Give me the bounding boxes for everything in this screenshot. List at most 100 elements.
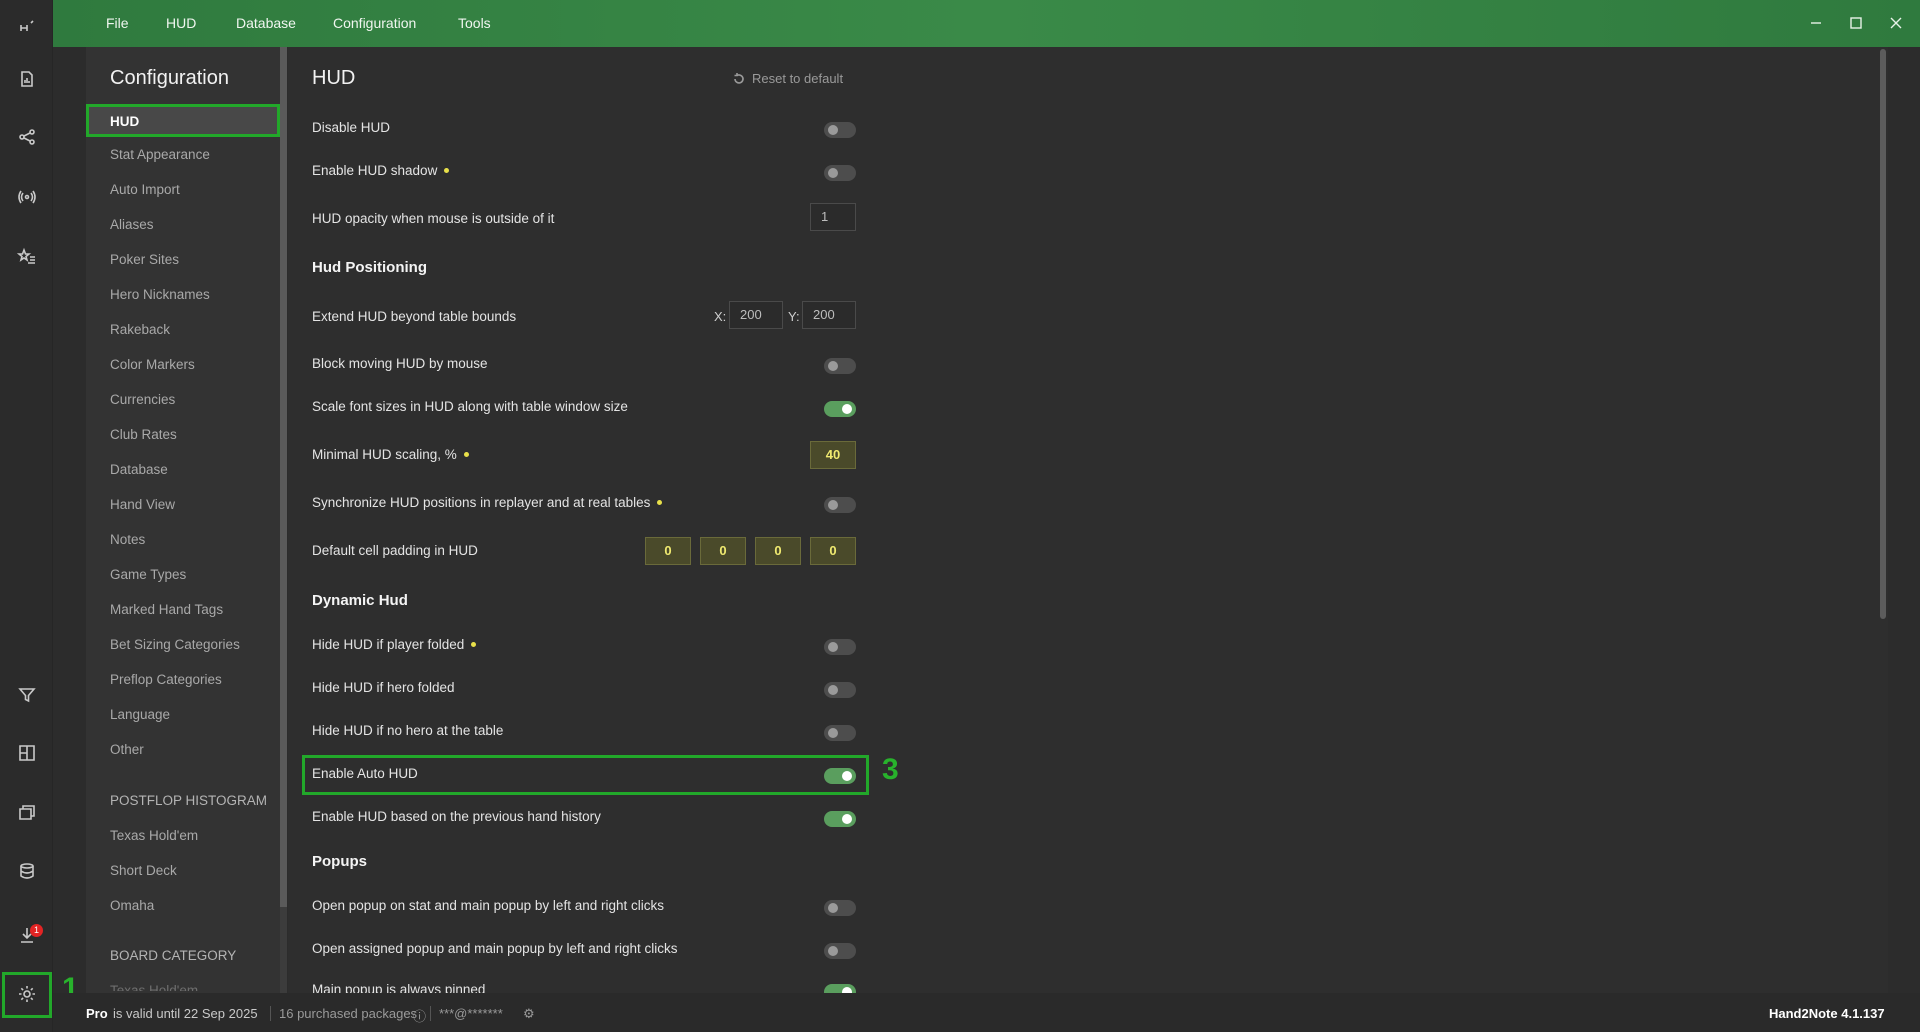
nav-section-board: BOARD CATEGORY	[110, 948, 237, 963]
nav-item[interactable]: Preflop Categories	[110, 672, 222, 687]
enable-shadow-text: Enable HUD shadow	[312, 163, 438, 178]
share-icon[interactable]	[10, 120, 44, 154]
download-badge: 1	[30, 924, 43, 937]
nav-item[interactable]: Club Rates	[110, 427, 177, 442]
hide-hero-folded-label: Hide HUD if hero folded	[312, 680, 455, 695]
sync-positions-label: Synchronize HUD positions in replayer an…	[312, 495, 663, 510]
extend-label: Extend HUD beyond table bounds	[312, 309, 517, 324]
menu-configuration[interactable]: Configuration	[333, 15, 416, 31]
callout-3: 3	[882, 753, 899, 786]
disable-hud-toggle[interactable]	[824, 122, 856, 138]
nav-scroll-thumb[interactable]	[280, 47, 287, 907]
nav-item[interactable]: Aliases	[110, 217, 154, 232]
reset-button[interactable]: Reset to default	[732, 71, 843, 86]
logo-icon[interactable]	[10, 10, 44, 44]
hide-hero-folded-toggle[interactable]	[824, 682, 856, 698]
layout-icon[interactable]	[10, 736, 44, 770]
nav-item[interactable]: Hand View	[110, 497, 175, 512]
scale-font-label: Scale font sizes in HUD along with table…	[312, 399, 628, 414]
account-settings-icon[interactable]: ⚙	[523, 1006, 535, 1022]
section-dynamic-hud: Dynamic Hud	[312, 592, 408, 609]
sync-positions-toggle[interactable]	[824, 497, 856, 513]
download-icon[interactable]: 1	[10, 918, 44, 952]
nav-item-hud[interactable]: HUD	[86, 104, 280, 137]
main-popup-pinned-label: Main popup is always pinned	[312, 982, 486, 993]
cell-padding-input-2[interactable]: 0	[700, 537, 746, 565]
extend-x-input[interactable]: 200	[729, 301, 783, 329]
nav-item[interactable]: Notes	[110, 532, 145, 547]
nav-item[interactable]: Other	[110, 742, 144, 757]
enable-auto-hud-toggle[interactable]	[824, 768, 856, 784]
nav-title: Configuration	[110, 67, 229, 89]
open-popup-stat-toggle[interactable]	[824, 900, 856, 916]
content-scrollbar[interactable]	[1878, 47, 1888, 993]
close-icon[interactable]	[1885, 12, 1907, 34]
report-icon[interactable]	[10, 62, 44, 96]
block-moving-toggle[interactable]	[824, 358, 856, 374]
menu-tools[interactable]: Tools	[458, 15, 491, 31]
minimal-scaling-text: Minimal HUD scaling, %	[312, 447, 457, 462]
nav-item[interactable]: Omaha	[110, 898, 154, 913]
enable-prev-history-label: Enable HUD based on the previous hand hi…	[312, 809, 601, 824]
nav-item[interactable]: Game Types	[110, 567, 186, 582]
scale-font-toggle[interactable]	[824, 401, 856, 417]
nav-item[interactable]: Auto Import	[110, 182, 180, 197]
open-popup-stat-label: Open popup on stat and main popup by lef…	[312, 898, 664, 913]
nav-item[interactable]: Rakeback	[110, 322, 170, 337]
nav-item[interactable]: Color Markers	[110, 357, 195, 372]
database-icon[interactable]	[10, 854, 44, 888]
extend-x-label: X:	[714, 309, 727, 324]
enable-auto-hud-label: Enable Auto HUD	[312, 766, 418, 781]
nav-item[interactable]: Currencies	[110, 392, 175, 407]
nav-item[interactable]: Texas Hold'em	[110, 983, 198, 991]
cell-padding-input-3[interactable]: 0	[755, 537, 801, 565]
content-scroll-thumb[interactable]	[1880, 49, 1886, 619]
main-popup-pinned-toggle[interactable]	[824, 984, 856, 993]
extend-y-input[interactable]: 200	[802, 301, 856, 329]
hide-player-folded-toggle[interactable]	[824, 639, 856, 655]
nav-item[interactable]: Bet Sizing Categories	[110, 637, 240, 652]
cell-padding-input-1[interactable]: 0	[645, 537, 691, 565]
minimal-scaling-input[interactable]: 40	[810, 441, 856, 469]
icon-rail: 1	[0, 0, 53, 1032]
hide-player-folded-label: Hide HUD if player folded	[312, 637, 477, 652]
menu-database[interactable]: Database	[236, 15, 296, 31]
app-version: Hand2Note 4.1.137	[1769, 1006, 1885, 1021]
sync-positions-text: Synchronize HUD positions in replayer an…	[312, 495, 651, 510]
nav-item[interactable]: Texas Hold'em	[110, 828, 198, 843]
config-nav: Configuration HUD Stat Appearance Auto I…	[86, 47, 280, 993]
menu-hud[interactable]: HUD	[166, 15, 196, 31]
nav-item[interactable]: Poker Sites	[110, 252, 179, 267]
hide-no-hero-toggle[interactable]	[824, 725, 856, 741]
block-moving-label: Block moving HUD by mouse	[312, 356, 488, 371]
account-email: ***@*******	[430, 1006, 503, 1021]
nav-section-postflop: POSTFLOP HISTOGRAM	[110, 793, 268, 808]
star-list-icon[interactable]	[10, 240, 44, 274]
cell-padding-label: Default cell padding in HUD	[312, 543, 478, 558]
nav-item[interactable]: Short Deck	[110, 863, 177, 878]
nav-item[interactable]: Marked Hand Tags	[110, 602, 223, 617]
info-icon[interactable]: ⓘ	[413, 1006, 426, 1025]
filter-icon[interactable]	[10, 678, 44, 712]
nav-item[interactable]: Database	[110, 462, 168, 477]
nav-item[interactable]: Language	[110, 707, 170, 722]
nav-item[interactable]: Hero Nicknames	[110, 287, 210, 302]
nav-scrollbar[interactable]	[280, 47, 287, 993]
open-assigned-popup-toggle[interactable]	[824, 943, 856, 959]
packages-count[interactable]: 16 purchased packages	[270, 1006, 417, 1021]
maximize-icon[interactable]	[1845, 12, 1867, 34]
nav-item[interactable]: Stat Appearance	[110, 147, 210, 162]
cell-padding-input-4[interactable]: 0	[810, 537, 856, 565]
menu-file[interactable]: File	[106, 15, 129, 31]
page-title: HUD	[312, 67, 356, 89]
hide-no-hero-label: Hide HUD if no hero at the table	[312, 723, 504, 738]
cards-icon[interactable]	[10, 796, 44, 830]
enable-shadow-toggle[interactable]	[824, 165, 856, 181]
opacity-input[interactable]: 1	[810, 203, 856, 231]
broadcast-icon[interactable]	[10, 180, 44, 214]
enable-prev-history-toggle[interactable]	[824, 811, 856, 827]
minimize-icon[interactable]	[1805, 12, 1827, 34]
menu-bar: File HUD Database Configuration Tools	[53, 0, 1920, 47]
enable-shadow-label: Enable HUD shadow	[312, 163, 450, 178]
modified-dot	[657, 499, 663, 505]
